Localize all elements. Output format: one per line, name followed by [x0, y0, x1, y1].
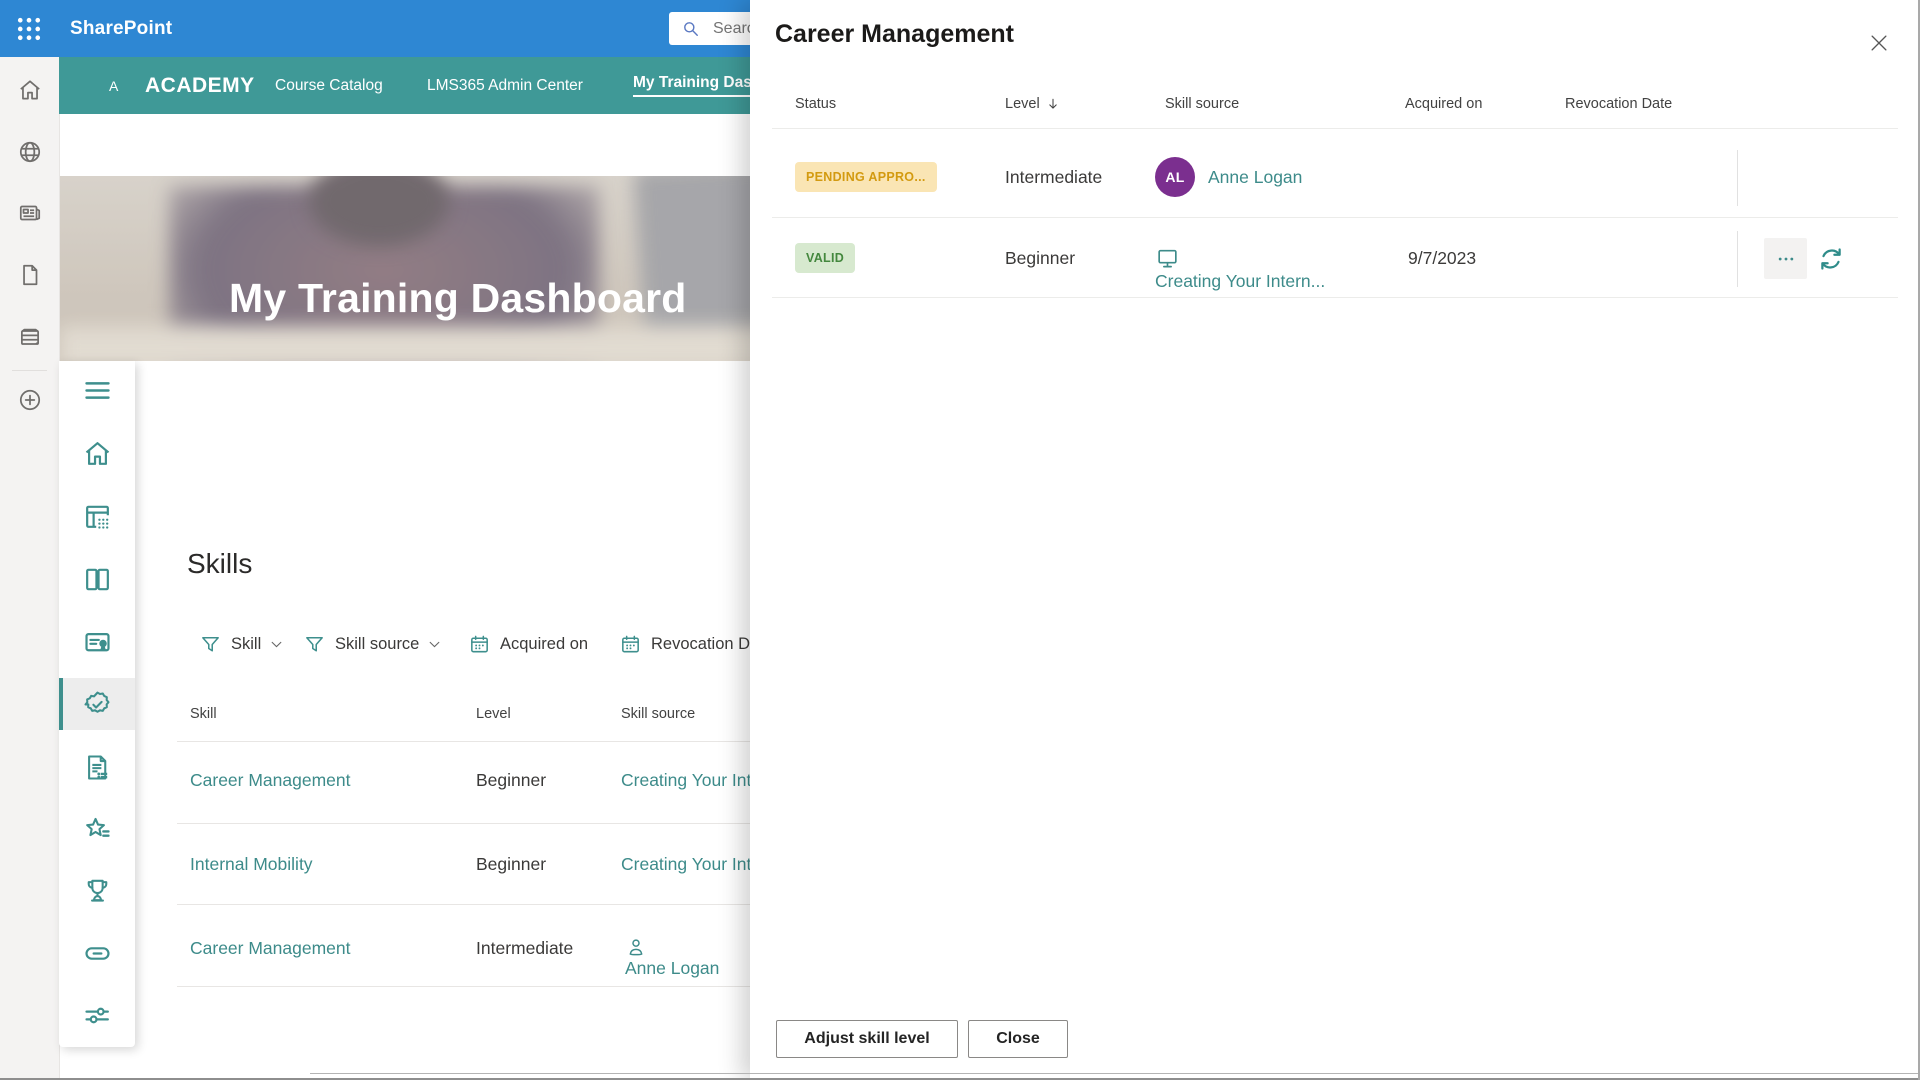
panel-col-level-sorted[interactable]: Level	[1005, 96, 1060, 112]
status-badge-pending: PENDING APPRO...	[795, 162, 937, 192]
appbar-my-sites[interactable]	[0, 132, 59, 172]
panel-col-revocation-date[interactable]: Revocation Date	[1565, 96, 1672, 112]
add-icon	[17, 387, 43, 413]
filter-acquired-on[interactable]: Acquired on	[468, 629, 588, 659]
app-launcher-waffle-icon[interactable]	[15, 15, 43, 43]
row-divider	[772, 217, 1898, 218]
list-icon	[17, 324, 43, 350]
transcript-icon	[82, 752, 113, 783]
filter-label: Skill	[231, 635, 261, 654]
appbar-home[interactable]	[0, 70, 59, 110]
settings-sliders-icon	[82, 1000, 113, 1031]
appbar-news[interactable]	[0, 193, 59, 233]
level-cell: Intermediate	[1005, 167, 1102, 188]
skills-badge-icon	[82, 689, 113, 720]
starred-icon	[82, 814, 113, 845]
sidenav-preferences[interactable]	[59, 989, 135, 1041]
col-header-skill-source: Skill source	[621, 706, 695, 722]
refresh-sync-icon	[1816, 244, 1846, 274]
panel-col-status[interactable]: Status	[795, 96, 836, 112]
panel-col-skill-source[interactable]: Skill source	[1165, 96, 1239, 112]
appbar-files[interactable]	[0, 255, 59, 295]
column-separator	[1737, 231, 1738, 287]
hero-title: My Training Dashboard	[229, 275, 687, 322]
career-management-panel: Career Management Status Level Skill sou…	[750, 0, 1920, 1080]
link-icon	[82, 938, 113, 969]
skill-source-person-link[interactable]: Anne Logan	[625, 936, 719, 979]
panel-col-acquired-on[interactable]: Acquired on	[1405, 96, 1482, 112]
nav-lms365-admin-center[interactable]: LMS365 Admin Center	[427, 57, 583, 114]
close-icon[interactable]	[1868, 32, 1890, 54]
sidenav-skills-selected[interactable]	[59, 678, 135, 730]
search-icon	[681, 19, 700, 38]
col-header-skill: Skill	[190, 706, 217, 722]
refresh-button[interactable]	[1812, 240, 1849, 277]
filter-skill-source[interactable]: Skill source	[303, 629, 441, 659]
column-separator	[1737, 150, 1738, 206]
sidenav-course-catalog[interactable]	[59, 553, 135, 605]
trophy-icon	[82, 875, 113, 906]
status-badge-valid: VALID	[795, 243, 855, 273]
sharepoint-app-bar	[0, 57, 60, 1080]
skill-source-course-link[interactable]: Creating Your Intern...	[1155, 246, 1325, 292]
sidenav-menu-toggle[interactable]	[59, 364, 135, 416]
sidenav-dashboard[interactable]	[59, 490, 135, 542]
level-cell: Beginner	[1005, 248, 1075, 269]
row-divider	[772, 128, 1898, 129]
skill-link[interactable]: Career Management	[190, 770, 351, 791]
row-divider	[772, 297, 1898, 298]
sidenav-home[interactable]	[59, 427, 135, 479]
horizontal-scrollbar[interactable]	[310, 1073, 1920, 1074]
level-cell: Beginner	[476, 854, 546, 875]
home-icon	[82, 438, 113, 469]
sidenav-featured[interactable]	[59, 803, 135, 855]
site-logo[interactable]: A	[109, 57, 118, 114]
skill-link[interactable]: Career Management	[190, 938, 351, 959]
sidenav-certificates[interactable]	[59, 616, 135, 668]
more-actions-button[interactable]	[1764, 238, 1807, 279]
level-cell: Beginner	[476, 770, 546, 791]
document-icon	[17, 262, 43, 288]
sidenav-transcript[interactable]	[59, 741, 135, 793]
skill-source-person-link[interactable]: Anne Logan	[1208, 167, 1302, 188]
sort-descending-arrow-icon	[1046, 97, 1060, 111]
skills-heading: Skills	[187, 548, 252, 580]
filter-funnel-icon	[303, 633, 326, 656]
news-icon	[17, 200, 43, 226]
book-icon	[82, 564, 113, 595]
sidenav-achievements[interactable]	[59, 864, 135, 916]
acquired-on-cell: 9/7/2023	[1408, 248, 1476, 269]
panel-title: Career Management	[775, 20, 1014, 49]
home-icon	[17, 77, 43, 103]
appbar-lists[interactable]	[0, 317, 59, 357]
col-header-level: Level	[476, 706, 511, 722]
site-title-academy[interactable]: ACADEMY	[145, 57, 255, 114]
dashboard-side-nav	[59, 361, 135, 1047]
nav-course-catalog[interactable]: Course Catalog	[275, 57, 383, 114]
calendar-icon	[468, 633, 491, 656]
adjust-skill-level-button[interactable]: Adjust skill level	[776, 1020, 958, 1058]
more-ellipsis-icon	[1776, 249, 1796, 269]
filter-label: Skill source	[335, 635, 419, 654]
chevron-down-icon	[270, 638, 283, 651]
sidenav-links[interactable]	[59, 927, 135, 979]
certificate-icon	[82, 627, 113, 658]
close-button[interactable]: Close	[968, 1020, 1068, 1058]
filter-funnel-icon	[199, 633, 222, 656]
skill-link[interactable]: Internal Mobility	[190, 854, 313, 875]
menu-icon	[82, 375, 113, 406]
sharepoint-title: SharePoint	[70, 0, 172, 57]
appbar-divider	[12, 370, 47, 371]
filter-skill[interactable]: Skill	[199, 629, 283, 659]
globe-icon	[17, 139, 43, 165]
level-cell: Intermediate	[476, 938, 573, 959]
calendar-icon	[619, 633, 642, 656]
chevron-down-icon	[428, 638, 441, 651]
person-icon	[625, 936, 647, 958]
filter-label: Acquired on	[500, 635, 588, 654]
course-monitor-icon	[1155, 246, 1180, 271]
dashboard-icon	[82, 501, 113, 532]
appbar-create[interactable]	[0, 380, 59, 420]
avatar: AL	[1155, 157, 1195, 197]
